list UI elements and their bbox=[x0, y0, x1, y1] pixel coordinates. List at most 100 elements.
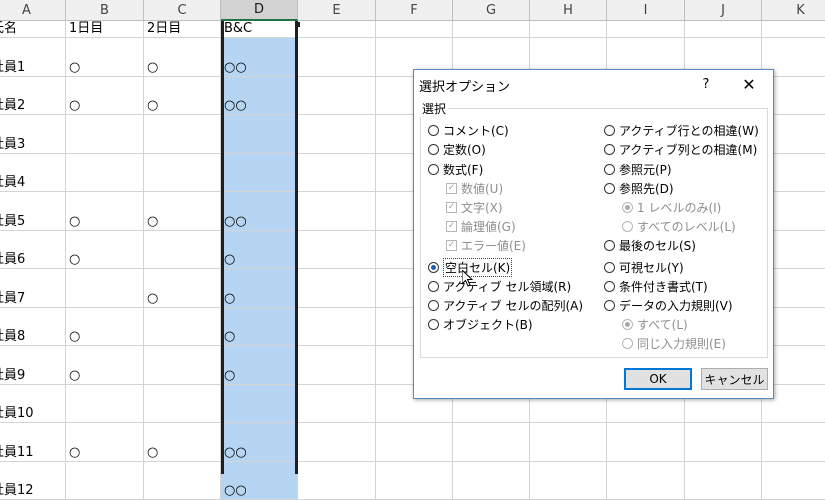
cell-i1[interactable] bbox=[607, 21, 685, 38]
cell-a13[interactable]: 社員12 bbox=[0, 462, 66, 500]
column-header-a[interactable]: A bbox=[0, 0, 66, 21]
cell-e13[interactable] bbox=[298, 462, 376, 500]
cell-d12[interactable]: ○○ bbox=[221, 423, 298, 462]
cell-a12[interactable]: 社員11 bbox=[0, 423, 66, 462]
column-header-e[interactable]: E bbox=[298, 0, 376, 21]
cell-f1[interactable] bbox=[376, 21, 453, 38]
cell-e12[interactable] bbox=[298, 423, 376, 462]
cell-c3[interactable]: ○ bbox=[144, 77, 221, 116]
cell-c4[interactable] bbox=[144, 115, 221, 154]
cell-h12[interactable] bbox=[530, 423, 607, 462]
cell-c8[interactable]: ○ bbox=[144, 269, 221, 308]
cell-h13[interactable] bbox=[530, 462, 607, 500]
cell-c10[interactable] bbox=[144, 346, 221, 385]
cell-b2[interactable]: ○ bbox=[66, 38, 144, 77]
close-button[interactable]: ✕ bbox=[736, 72, 762, 96]
cell-d4[interactable] bbox=[221, 115, 298, 154]
cell-e10[interactable] bbox=[298, 346, 376, 385]
column-header-i[interactable]: I bbox=[607, 0, 685, 21]
cell-k13[interactable] bbox=[762, 462, 825, 500]
cell-e3[interactable] bbox=[298, 77, 376, 116]
cell-d1[interactable]: B&C bbox=[221, 21, 298, 38]
cell-a3[interactable]: 社員2 bbox=[0, 77, 66, 116]
cell-i12[interactable] bbox=[607, 423, 685, 462]
cell-a11[interactable]: 社員10 bbox=[0, 385, 66, 424]
cell-j1[interactable] bbox=[685, 21, 762, 38]
radio-option[interactable]: アクティブ行との相違(W) bbox=[604, 121, 759, 139]
cell-f12[interactable] bbox=[376, 423, 453, 462]
cell-b11[interactable] bbox=[66, 385, 144, 424]
fill-handle[interactable] bbox=[295, 22, 300, 27]
cell-b10[interactable]: ○ bbox=[66, 346, 144, 385]
cell-a5[interactable]: 社員4 bbox=[0, 154, 66, 193]
cell-b9[interactable]: ○ bbox=[66, 308, 144, 347]
cell-b12[interactable]: ○ bbox=[66, 423, 144, 462]
ok-button[interactable]: OK bbox=[624, 368, 692, 390]
cell-c1[interactable]: 2日目 bbox=[144, 21, 221, 38]
cell-c12[interactable]: ○ bbox=[144, 423, 221, 462]
column-header-h[interactable]: H bbox=[530, 0, 607, 21]
cell-c11[interactable] bbox=[144, 385, 221, 424]
cell-f13[interactable] bbox=[376, 462, 453, 500]
cell-b3[interactable]: ○ bbox=[66, 77, 144, 116]
cell-d5[interactable] bbox=[221, 154, 298, 193]
cell-d13[interactable]: ○○ bbox=[221, 462, 298, 500]
cell-a4[interactable]: 社員3 bbox=[0, 115, 66, 154]
cell-a10[interactable]: 社員9 bbox=[0, 346, 66, 385]
cell-d11[interactable] bbox=[221, 385, 298, 424]
radio-option[interactable]: アクティブ セルの配列(A) bbox=[428, 296, 583, 314]
column-header-k[interactable]: K bbox=[762, 0, 825, 21]
cell-d7[interactable]: ○ bbox=[221, 231, 298, 270]
radio-option[interactable]: コメント(C) bbox=[428, 121, 509, 139]
cell-d2[interactable]: ○○ bbox=[221, 38, 298, 77]
cell-c9[interactable] bbox=[144, 308, 221, 347]
cell-e2[interactable] bbox=[298, 38, 376, 77]
cell-e7[interactable] bbox=[298, 231, 376, 270]
column-header-c[interactable]: C bbox=[144, 0, 221, 21]
cell-e8[interactable] bbox=[298, 269, 376, 308]
cell-g1[interactable] bbox=[453, 21, 530, 38]
cell-j12[interactable] bbox=[685, 423, 762, 462]
cell-c13[interactable] bbox=[144, 462, 221, 500]
column-header-d[interactable]: D bbox=[221, 0, 298, 21]
cell-g12[interactable] bbox=[453, 423, 530, 462]
cell-a8[interactable]: 社員7 bbox=[0, 269, 66, 308]
cell-a1[interactable]: 氏名 bbox=[0, 21, 66, 38]
cell-i13[interactable] bbox=[607, 462, 685, 500]
cell-b6[interactable]: ○ bbox=[66, 192, 144, 231]
cell-b13[interactable] bbox=[66, 462, 144, 500]
cell-d6[interactable]: ○○ bbox=[221, 192, 298, 231]
cell-a7[interactable]: 社員6 bbox=[0, 231, 66, 270]
cell-e11[interactable] bbox=[298, 385, 376, 424]
cell-b1[interactable]: 1日目 bbox=[66, 21, 144, 38]
cell-c7[interactable] bbox=[144, 231, 221, 270]
cell-a6[interactable]: 社員5 bbox=[0, 192, 66, 231]
cell-k12[interactable] bbox=[762, 423, 825, 462]
column-header-b[interactable]: B bbox=[66, 0, 144, 21]
column-header-g[interactable]: G bbox=[453, 0, 530, 21]
cell-k1[interactable] bbox=[762, 21, 825, 38]
cell-d9[interactable]: ○ bbox=[221, 308, 298, 347]
cell-e1[interactable] bbox=[298, 21, 376, 38]
cell-h1[interactable] bbox=[530, 21, 607, 38]
cell-a2[interactable]: 社員1 bbox=[0, 38, 66, 77]
cell-j13[interactable] bbox=[685, 462, 762, 500]
radio-option[interactable]: 定数(O) bbox=[428, 140, 486, 158]
cell-e5[interactable] bbox=[298, 154, 376, 193]
cell-c2[interactable]: ○ bbox=[144, 38, 221, 77]
radio-option[interactable]: 最後のセル(S) bbox=[604, 236, 696, 254]
cell-d8[interactable]: ○ bbox=[221, 269, 298, 308]
column-header-f[interactable]: F bbox=[376, 0, 453, 21]
radio-option[interactable]: 参照先(D) bbox=[604, 179, 674, 197]
radio-option[interactable]: 条件付き書式(T) bbox=[604, 277, 708, 295]
cancel-button[interactable]: キャンセル bbox=[701, 368, 768, 390]
cell-e9[interactable] bbox=[298, 308, 376, 347]
radio-option[interactable]: データの入力規則(V) bbox=[604, 296, 733, 314]
radio-option[interactable]: 参照元(P) bbox=[604, 160, 672, 178]
cell-g13[interactable] bbox=[453, 462, 530, 500]
cell-d3[interactable]: ○○ bbox=[221, 77, 298, 116]
cell-b7[interactable]: ○ bbox=[66, 231, 144, 270]
cell-c6[interactable]: ○ bbox=[144, 192, 221, 231]
cell-b5[interactable] bbox=[66, 154, 144, 193]
cell-e6[interactable] bbox=[298, 192, 376, 231]
